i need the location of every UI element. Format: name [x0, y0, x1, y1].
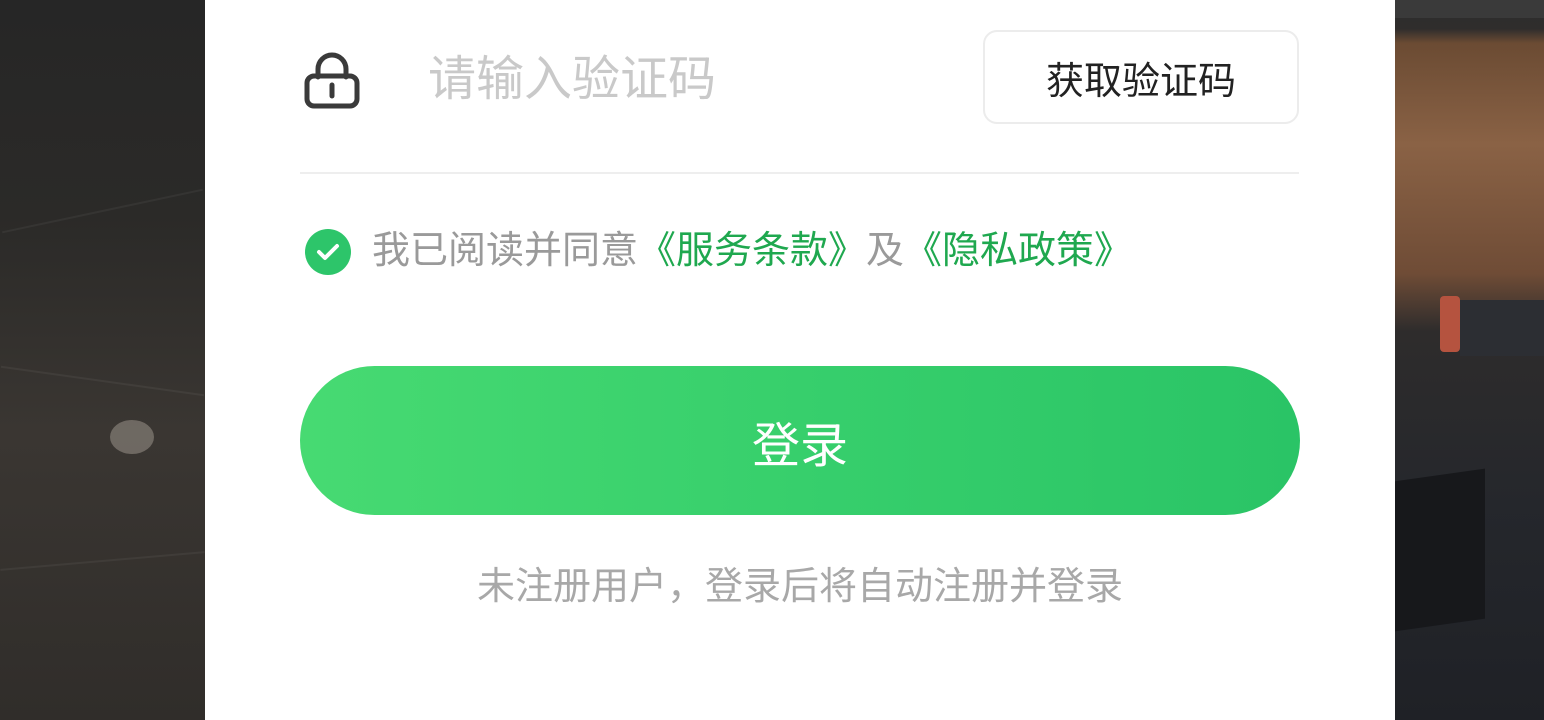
background-line	[0, 365, 205, 397]
verification-code-input[interactable]	[420, 40, 948, 118]
agreement-checkbox[interactable]	[305, 229, 351, 275]
lock-icon	[302, 50, 362, 110]
login-button[interactable]: 登录	[300, 366, 1300, 515]
agreement-prefix: 我已阅读并同意	[372, 228, 639, 272]
terms-of-service-link[interactable]: 《服务条款》	[638, 228, 866, 272]
auto-register-note: 未注册用户，登录后将自动注册并登录	[476, 564, 1123, 608]
background-lamp	[1440, 296, 1460, 352]
game-background-right	[1395, 0, 1544, 720]
background-object	[110, 420, 154, 454]
background-panel	[1395, 468, 1485, 632]
privacy-policy-link[interactable]: 《隐私政策》	[904, 228, 1132, 272]
check-icon	[317, 244, 339, 260]
agreement-conjunction: 及	[866, 228, 905, 272]
get-code-button[interactable]: 获取验证码	[983, 30, 1299, 124]
background-line	[0, 551, 205, 571]
input-divider	[300, 172, 1299, 174]
background-shelf	[1460, 300, 1544, 356]
background-line	[2, 188, 203, 234]
game-background-left	[0, 0, 205, 720]
screen: 获取验证码 我已阅读并同意《服务条款》及《隐私政策》 登录 未注册用户，登录后将…	[0, 0, 1544, 720]
agreement-text: 我已阅读并同意《服务条款》及《隐私政策》	[372, 224, 1132, 276]
background-strip	[1395, 0, 1544, 18]
